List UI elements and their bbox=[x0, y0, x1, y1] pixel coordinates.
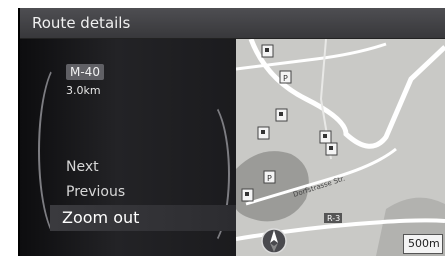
road-name-badge: M-40 bbox=[66, 64, 104, 80]
menu-item-zoom-out[interactable]: Zoom out bbox=[50, 205, 236, 231]
parking-icon: P bbox=[279, 70, 292, 84]
route-distance: 3.0km bbox=[66, 84, 101, 97]
fuel-station-icon bbox=[325, 142, 338, 156]
fuel-station-icon bbox=[241, 188, 254, 202]
svg-text:P: P bbox=[267, 174, 272, 183]
fuel-station-icon bbox=[261, 44, 274, 58]
compass-icon bbox=[261, 228, 287, 254]
svg-text:P: P bbox=[283, 74, 288, 83]
map-canvas: Dorfstrasse Str. R-3 P P bbox=[235, 38, 445, 256]
parking-icon: P bbox=[263, 170, 276, 184]
map-scale: 500m bbox=[403, 234, 443, 254]
route-menu-panel: M-40 3.0km Next Previous Zoom out bbox=[20, 39, 236, 256]
map-scale-label: 500m bbox=[408, 237, 440, 250]
page-title: Route details bbox=[32, 14, 131, 32]
map-view[interactable]: Dorfstrasse Str. R-3 P P 500m bbox=[235, 38, 445, 256]
fuel-station-icon bbox=[319, 130, 332, 144]
menu-item-previous[interactable]: Previous bbox=[66, 184, 125, 200]
road-label: R-3 bbox=[327, 214, 340, 223]
menu-item-next[interactable]: Next bbox=[66, 159, 99, 175]
menu-item-zoom-out-label: Zoom out bbox=[62, 208, 140, 227]
navigation-screen: Route details M-40 3.0km Next Previous Z… bbox=[20, 8, 445, 256]
fuel-station-icon bbox=[275, 108, 288, 122]
fuel-station-icon bbox=[257, 126, 270, 140]
title-bar: Route details bbox=[20, 8, 445, 39]
